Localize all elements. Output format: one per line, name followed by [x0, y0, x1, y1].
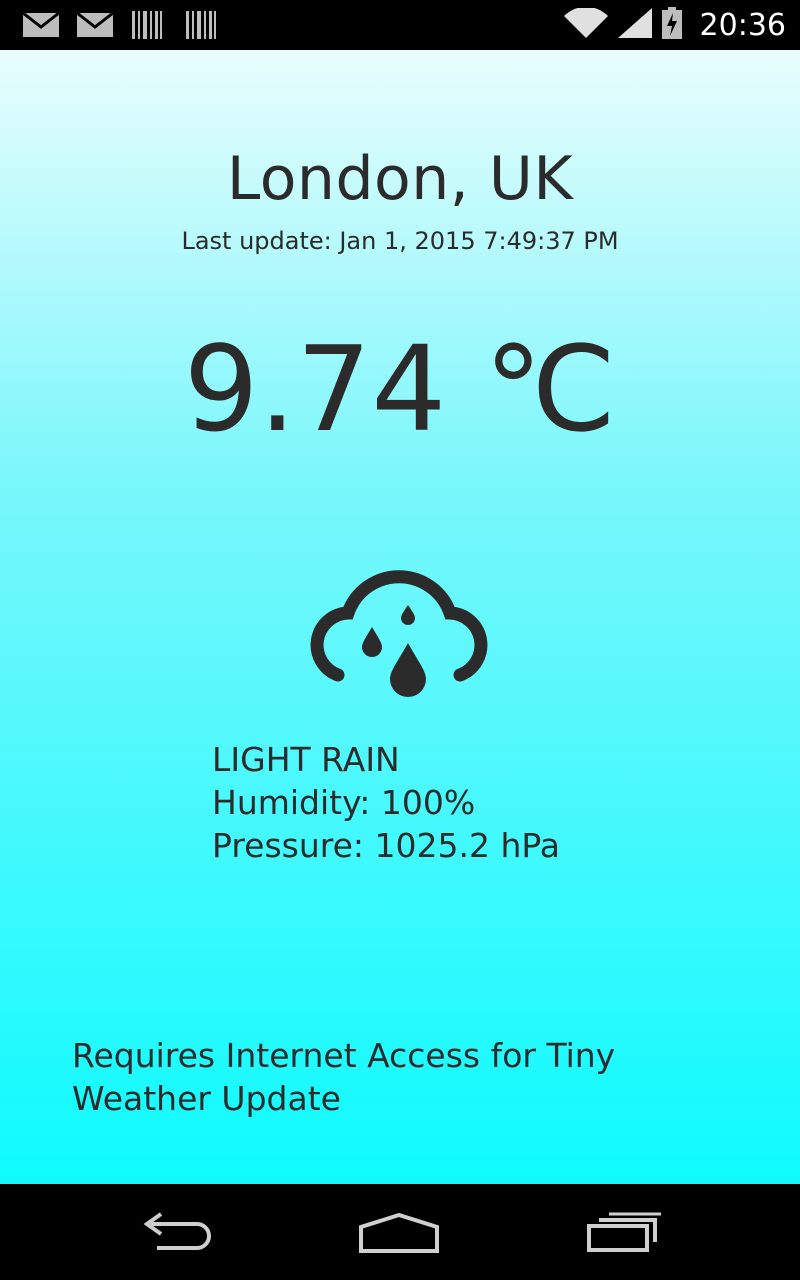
internet-notice: Requires Internet Access for Tiny Weathe…: [72, 1036, 616, 1118]
status-clock: 20:36: [699, 7, 786, 43]
wifi-icon: [563, 6, 608, 42]
home-icon: [359, 1212, 439, 1253]
status-right: 20:36: [563, 0, 786, 50]
weather-description: LIGHT RAIN: [212, 740, 400, 779]
navigation-bar: [0, 1184, 800, 1280]
temperature: 9.74 ℃: [183, 320, 617, 458]
home-button[interactable]: [344, 1206, 454, 1258]
recents-icon: [587, 1212, 661, 1252]
weather-screen: London, UK Last update: Jan 1, 2015 7:49…: [0, 50, 800, 1184]
pressure: Pressure: 1025.2 hPa: [212, 826, 561, 865]
barcode-icon: [132, 0, 162, 50]
barcode-icon: [186, 0, 216, 50]
rain-cloud-icon: [300, 555, 498, 705]
weather-details: LIGHT RAIN Humidity: 100% Pressure: 1025…: [212, 738, 560, 867]
battery-icon: [661, 7, 682, 43]
status-bar: 20:36: [0, 0, 800, 50]
recents-button[interactable]: [570, 1206, 680, 1258]
signal-icon: [617, 8, 652, 42]
humidity: Humidity: 100%: [212, 783, 476, 822]
last-update: Last update: Jan 1, 2015 7:49:37 PM: [181, 227, 619, 255]
city-name: London, UK: [226, 144, 574, 214]
back-icon: [143, 1212, 211, 1250]
gmail-icon: [22, 0, 60, 50]
gmail-icon: [76, 0, 114, 50]
back-button[interactable]: [122, 1206, 232, 1258]
